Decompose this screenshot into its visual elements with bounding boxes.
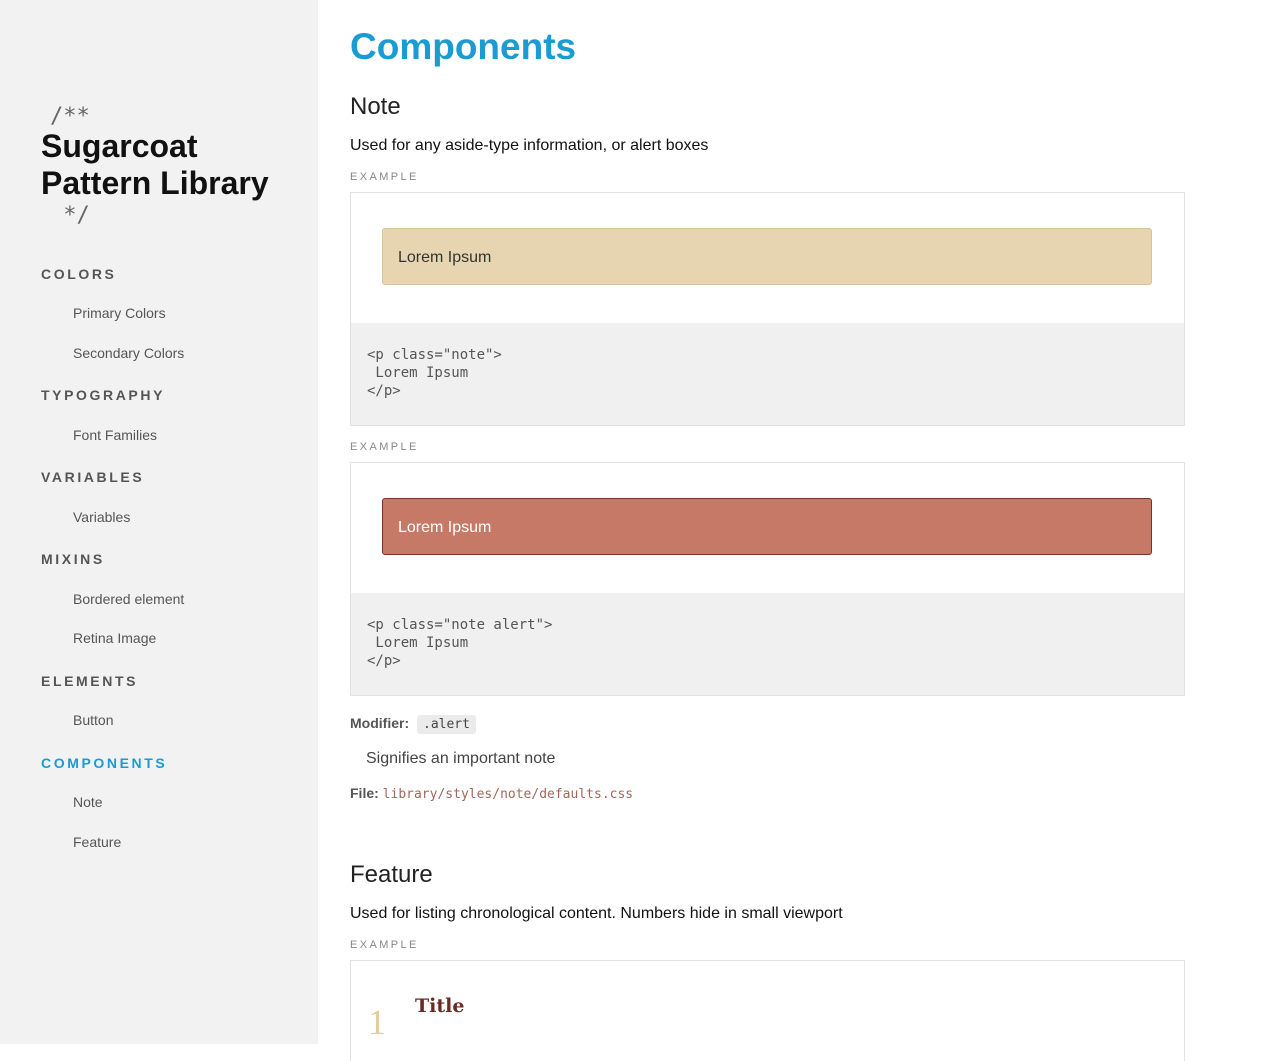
- feature-section-title: Feature: [350, 861, 433, 888]
- nav-item-feature[interactable]: Feature: [73, 834, 121, 850]
- nav-section-elements[interactable]: ELEMENTS: [41, 673, 138, 689]
- note-section-description: Used for any aside-type information, or …: [350, 137, 709, 154]
- page-title: Components: [350, 26, 577, 67]
- example-label: EXAMPLE: [350, 171, 419, 183]
- modifier-code: .alert: [417, 715, 476, 734]
- example-box-feature: 1 Title: [350, 960, 1185, 1061]
- example-label: EXAMPLE: [350, 441, 419, 453]
- feature-preview: 1 Title: [351, 961, 1184, 1061]
- modifier-description: Signifies an important note: [366, 750, 556, 767]
- nav-item-bordered-element[interactable]: Bordered element: [73, 591, 184, 607]
- nav-section-typography[interactable]: TYPOGRAPHY: [41, 387, 165, 403]
- note-section-title: Note: [350, 93, 401, 120]
- nav-section-variables[interactable]: VARIABLES: [41, 469, 144, 485]
- nav-item-retina-image[interactable]: Retina Image: [73, 630, 156, 646]
- note-preview: Lorem Ipsum: [382, 228, 1152, 285]
- nav-item-font-families[interactable]: Font Families: [73, 427, 157, 443]
- example-box-note-alert: Lorem Ipsum <p class="note alert"> Lorem…: [350, 462, 1185, 696]
- modifier-label: Modifier:: [350, 715, 410, 731]
- nav-section-components[interactable]: COMPONENTS: [41, 755, 167, 771]
- sidebar: /** */ Sugarcoat Pattern Library COLORS …: [0, 0, 318, 1044]
- nav-item-button[interactable]: Button: [73, 712, 113, 728]
- example-label: EXAMPLE: [350, 939, 419, 951]
- modifier-row: Modifier: .alert: [350, 715, 476, 734]
- logo-line-2: */: [50, 203, 90, 228]
- example-preview: Lorem Ipsum: [351, 193, 1184, 323]
- example-preview: Lorem Ipsum: [351, 463, 1184, 593]
- nav-section-mixins[interactable]: MIXINS: [41, 551, 105, 567]
- feature-section-description: Used for listing chronological content. …: [350, 905, 843, 922]
- note-alert-preview: Lorem Ipsum: [382, 498, 1152, 555]
- feature-title: Title: [415, 995, 465, 1017]
- feature-number: 1: [368, 1002, 386, 1042]
- nav-section-colors[interactable]: COLORS: [41, 266, 117, 282]
- nav-item-secondary-colors[interactable]: Secondary Colors: [73, 345, 184, 361]
- file-row: File: library/styles/note/defaults.css: [350, 785, 633, 802]
- code-snippet[interactable]: <p class="note"> Lorem Ipsum </p>: [351, 323, 1184, 425]
- code-snippet[interactable]: <p class="note alert"> Lorem Ipsum </p>: [351, 593, 1184, 695]
- file-label: File:: [350, 785, 379, 801]
- site-title: Sugarcoat Pattern Library: [41, 128, 269, 201]
- file-path-link[interactable]: library/styles/note/defaults.css: [383, 787, 633, 802]
- nav-item-primary-colors[interactable]: Primary Colors: [73, 305, 166, 321]
- example-box-note: Lorem Ipsum <p class="note"> Lorem Ipsum…: [350, 192, 1185, 426]
- nav-item-note[interactable]: Note: [73, 794, 103, 810]
- nav-item-variables[interactable]: Variables: [73, 509, 130, 525]
